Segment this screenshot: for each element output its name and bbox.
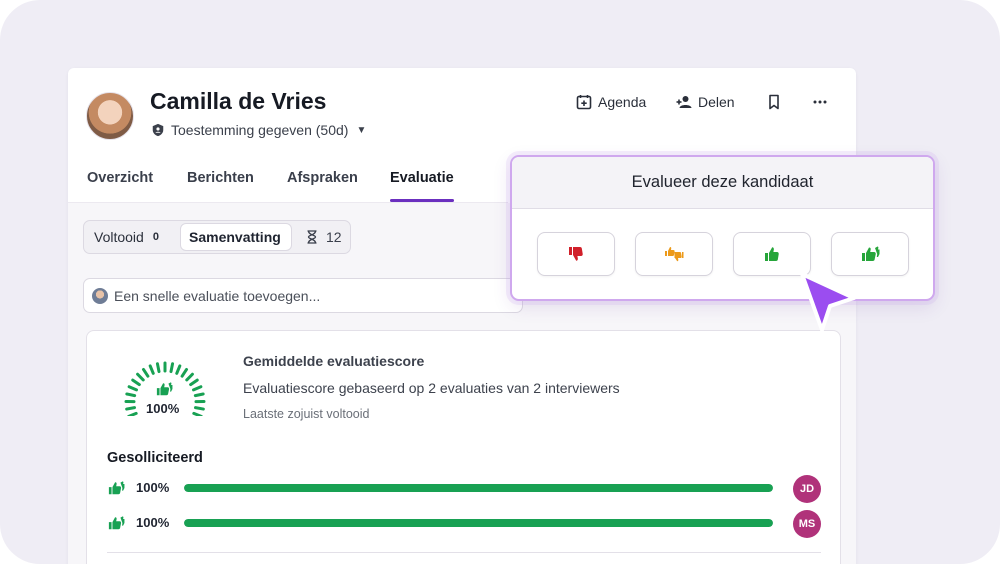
gauge-tick	[155, 362, 161, 374]
interviewer-avatar[interactable]: MS	[793, 510, 821, 538]
consent-label: Toestemming gegeven (50d)	[171, 122, 349, 138]
interviewer-avatar[interactable]: JD	[793, 475, 821, 503]
evaluation-filter: Voltooid 0 Samenvatting 12	[83, 220, 351, 254]
gauge-tick	[127, 411, 138, 416]
interviewer-score-row: 100% JD	[107, 475, 823, 503]
gauge-tick	[175, 364, 182, 375]
score-subtitle: Laatste zojuist voltooid	[243, 407, 370, 421]
gauge-tick	[131, 378, 141, 387]
chevron-down-icon: ▼	[356, 124, 367, 136]
agenda-label: Agenda	[598, 94, 647, 110]
rate-negative-button[interactable]	[537, 232, 615, 276]
tab-afspraken[interactable]: Afspraken	[287, 170, 358, 186]
thumbs-down-icon	[569, 247, 583, 261]
gauge-tick	[127, 385, 138, 392]
gauge-tick	[193, 406, 205, 411]
double-thumbs-up-icon	[108, 516, 125, 530]
candidate-avatar	[86, 92, 134, 140]
shield-person-icon	[152, 123, 164, 137]
filter-completed-label: Voltooid	[94, 229, 144, 245]
share-button[interactable]: Delen	[676, 94, 746, 110]
gauge-tick	[148, 364, 155, 375]
gauge-tick	[125, 406, 137, 411]
double-thumbs-up-icon	[108, 481, 125, 495]
gauge-tick	[180, 367, 189, 378]
user-avatar	[92, 287, 108, 304]
agenda-button[interactable]: Agenda	[576, 94, 666, 110]
quick-evaluation-input[interactable]: Een snelle evaluatie toevoegen...	[83, 278, 523, 313]
double-thumbs-up-icon	[862, 246, 880, 261]
popup-title: Evalueer deze kandidaat	[512, 157, 933, 209]
progress-fill	[184, 519, 773, 527]
evaluate-candidate-popup: Evalueer deze kandidaat	[510, 155, 935, 301]
more-horizontal-icon	[813, 100, 827, 104]
gauge-tick	[185, 372, 194, 382]
interviewer-score-row: 100% MS	[107, 510, 823, 538]
filter-summary[interactable]: Samenvatting	[180, 223, 292, 251]
tab-evaluatie[interactable]: Evaluatie	[390, 170, 454, 186]
gauge-tick	[189, 378, 199, 387]
filter-pending[interactable]: 12	[306, 223, 342, 251]
gauge-tick	[141, 367, 150, 378]
share-label: Delen	[698, 94, 735, 110]
progress-track	[184, 484, 773, 492]
quick-evaluation-placeholder: Een snelle evaluatie toevoegen...	[114, 287, 321, 304]
gauge-tick	[193, 392, 205, 398]
filter-completed[interactable]: Voltooid 0	[94, 223, 159, 251]
score-title: Gemiddelde evaluatiescore	[243, 353, 425, 369]
thumbs-up-icon	[765, 247, 779, 261]
rate-mixed-button[interactable]	[635, 232, 713, 276]
gauge-tick	[192, 411, 203, 416]
row-percent: 100%	[136, 480, 170, 495]
row-percent: 100%	[136, 515, 170, 530]
tab-overzicht[interactable]: Overzicht	[87, 170, 153, 186]
gauge-value: 100%	[146, 401, 180, 416]
gauge-tick	[125, 392, 137, 398]
thumbs-mixed-icon	[665, 247, 684, 262]
filter-summary-label: Samenvatting	[189, 229, 281, 245]
bookmark-icon	[769, 94, 779, 110]
candidate-name: Camilla de Vries	[150, 88, 327, 114]
consent-dropdown[interactable]: Toestemming gegeven (50d) ▼	[151, 122, 366, 138]
gauge-tick	[192, 385, 203, 392]
gauge-tick	[169, 362, 175, 374]
stage-title: Gesolliciteerd	[107, 450, 203, 466]
gauge-tick	[136, 372, 145, 382]
hourglass-icon	[307, 230, 317, 244]
progress-fill	[184, 484, 773, 492]
filter-completed-count: 0	[152, 231, 159, 243]
section-divider	[107, 552, 821, 553]
pointer-cursor-icon	[800, 272, 856, 332]
bookmark-button[interactable]	[766, 94, 782, 110]
tab-berichten[interactable]: Berichten	[187, 170, 254, 186]
filter-pending-count: 12	[326, 229, 342, 245]
person-add-icon	[676, 96, 692, 108]
more-options-button[interactable]	[812, 94, 828, 110]
calendar-add-icon	[576, 95, 592, 110]
score-description: Evaluatiescore gebaseerd op 2 evaluaties…	[243, 380, 620, 396]
tabs-divider	[68, 202, 508, 203]
progress-track	[184, 519, 773, 527]
double-thumbs-up-icon	[156, 382, 173, 396]
